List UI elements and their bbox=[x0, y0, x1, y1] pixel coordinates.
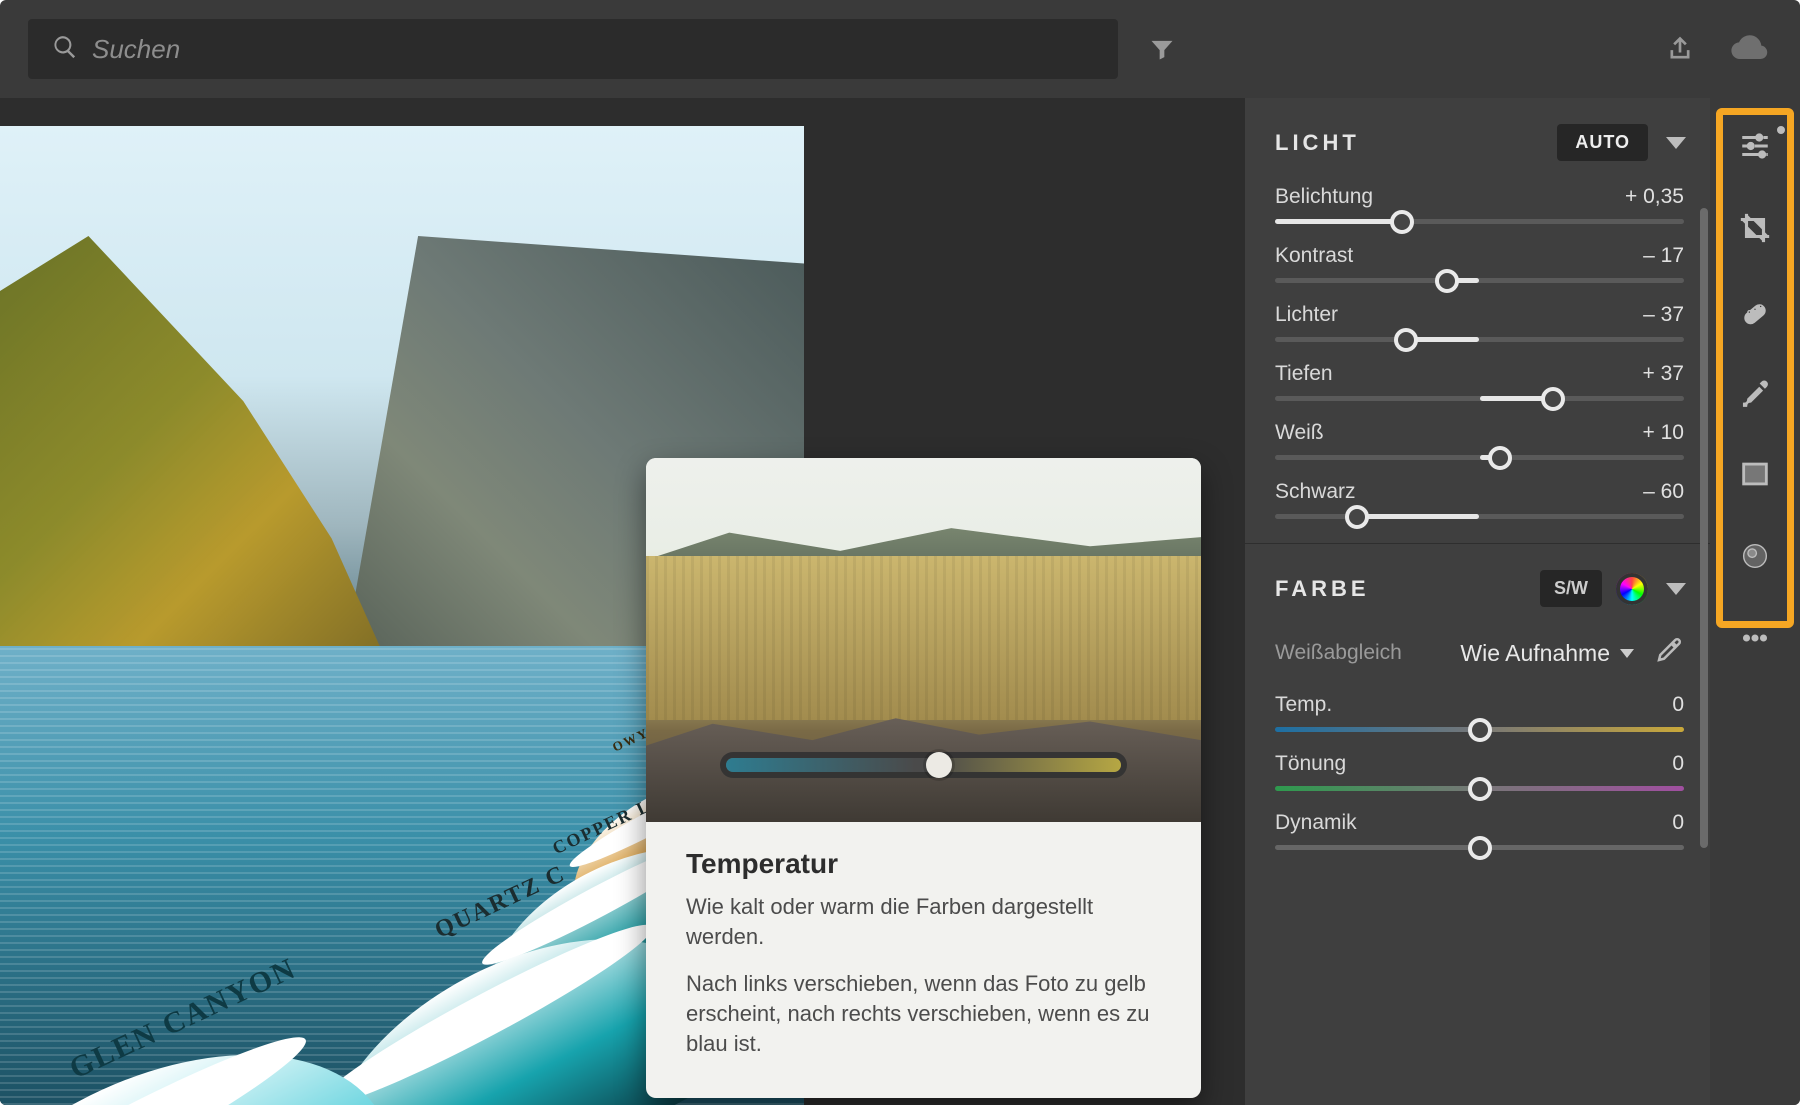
white-balance-label: Weißabgleich bbox=[1275, 641, 1402, 665]
slider-row: Temp. 0 bbox=[1245, 679, 1710, 738]
slider-track[interactable] bbox=[1275, 396, 1684, 401]
white-balance-row: Weißabgleich Wie Aufnahme bbox=[1245, 617, 1710, 679]
more-tools[interactable] bbox=[1733, 616, 1777, 660]
slider-value: – 60 bbox=[1643, 480, 1684, 504]
slider-row: Kontrast – 17 bbox=[1245, 230, 1710, 289]
cloud-sync-button[interactable] bbox=[1724, 25, 1772, 73]
slider-label: Schwarz bbox=[1275, 480, 1356, 504]
white-balance-select[interactable]: Wie Aufnahme bbox=[1460, 640, 1634, 667]
edit-panel: LICHT AUTO Belichtung + 0,35 Kontrast – 17 L… bbox=[1245, 98, 1710, 1105]
top-bar bbox=[0, 0, 1800, 98]
slider-value: 0 bbox=[1672, 693, 1684, 717]
slider-row: Weiß + 10 bbox=[1245, 407, 1710, 466]
slider-row: Lichter – 37 bbox=[1245, 289, 1710, 348]
coachmark-title: Temperatur bbox=[686, 848, 1161, 880]
coachmark-text: Nach links verschieben, wenn das Foto zu… bbox=[686, 969, 1161, 1058]
slider-track[interactable] bbox=[1275, 786, 1684, 791]
slider-track[interactable] bbox=[1275, 727, 1684, 732]
section-header-light[interactable]: LICHT AUTO bbox=[1245, 98, 1710, 171]
slider-track[interactable] bbox=[1275, 845, 1684, 850]
slider-knob[interactable] bbox=[1541, 387, 1565, 411]
search-field[interactable] bbox=[28, 19, 1118, 79]
chevron-down-icon[interactable] bbox=[1666, 583, 1686, 595]
slider-value: 0 bbox=[1672, 752, 1684, 776]
coachmark-temperature: Temperatur Wie kalt oder warm die Farben… bbox=[646, 458, 1201, 1098]
slider-label: Dynamik bbox=[1275, 811, 1357, 835]
slider-label: Temp. bbox=[1275, 693, 1332, 717]
active-dot-icon bbox=[1777, 126, 1785, 134]
canvas-area: OWYHEE COPPER LEDGE F QUARTZ C GLEN CANY… bbox=[0, 98, 1245, 1105]
slider-label: Tönung bbox=[1275, 752, 1346, 776]
slider-row: Dynamik 0 bbox=[1245, 797, 1710, 856]
search-input[interactable] bbox=[92, 34, 1094, 65]
color-mixer-icon[interactable] bbox=[1616, 573, 1648, 605]
eyedropper-button[interactable] bbox=[1634, 635, 1684, 671]
slider-knob[interactable] bbox=[1468, 836, 1492, 860]
slider-knob[interactable] bbox=[1394, 328, 1418, 352]
filter-button[interactable] bbox=[1138, 25, 1186, 73]
section-title: LICHT bbox=[1275, 130, 1360, 156]
slider-knob[interactable] bbox=[1468, 777, 1492, 801]
slider-label: Tiefen bbox=[1275, 362, 1333, 386]
slider-knob[interactable] bbox=[1488, 446, 1512, 470]
slider-track[interactable] bbox=[1275, 337, 1684, 342]
slider-knob[interactable] bbox=[1435, 269, 1459, 293]
chevron-down-icon[interactable] bbox=[1666, 137, 1686, 149]
coachmark-preview-image bbox=[646, 458, 1201, 822]
section-header-color[interactable]: FARBE S/W bbox=[1245, 544, 1710, 617]
slider-value: – 37 bbox=[1643, 303, 1684, 327]
slider-value: – 17 bbox=[1643, 244, 1684, 268]
chevron-down-icon bbox=[1620, 649, 1634, 658]
coachmark-temperature-slider[interactable] bbox=[726, 758, 1121, 772]
slider-value: 0 bbox=[1672, 811, 1684, 835]
linear-gradient-tool[interactable] bbox=[1733, 452, 1777, 496]
slider-label: Weiß bbox=[1275, 421, 1324, 445]
radial-gradient-tool[interactable] bbox=[1733, 534, 1777, 578]
slider-row: Schwarz – 60 bbox=[1245, 466, 1710, 525]
crop-tool[interactable] bbox=[1733, 206, 1777, 250]
slider-knob[interactable] bbox=[1468, 718, 1492, 742]
slider-knob[interactable] bbox=[1390, 210, 1414, 234]
panel-scrollbar-thumb[interactable] bbox=[1700, 208, 1708, 848]
brush-tool[interactable] bbox=[1733, 370, 1777, 414]
healing-brush-tool[interactable] bbox=[1733, 288, 1777, 332]
coachmark-slider-knob[interactable] bbox=[926, 752, 952, 778]
bw-button[interactable]: S/W bbox=[1540, 570, 1602, 607]
slider-label: Kontrast bbox=[1275, 244, 1353, 268]
slider-track[interactable] bbox=[1275, 455, 1684, 460]
search-icon bbox=[52, 34, 78, 65]
section-title: FARBE bbox=[1275, 576, 1370, 602]
slider-value: + 10 bbox=[1643, 421, 1684, 445]
slider-track[interactable] bbox=[1275, 219, 1684, 224]
slider-value: + 37 bbox=[1643, 362, 1684, 386]
coachmark-text: Wie kalt oder warm die Farben dargestell… bbox=[686, 892, 1161, 951]
slider-track[interactable] bbox=[1275, 278, 1684, 283]
slider-row: Tönung 0 bbox=[1245, 738, 1710, 797]
slider-row: Tiefen + 37 bbox=[1245, 348, 1710, 407]
slider-knob[interactable] bbox=[1345, 505, 1369, 529]
tool-strip bbox=[1710, 98, 1800, 1105]
slider-label: Lichter bbox=[1275, 303, 1338, 327]
slider-row: Belichtung + 0,35 bbox=[1245, 171, 1710, 230]
white-balance-value: Wie Aufnahme bbox=[1460, 640, 1610, 667]
slider-track[interactable] bbox=[1275, 514, 1684, 519]
slider-value: + 0,35 bbox=[1625, 185, 1684, 209]
share-button[interactable] bbox=[1656, 25, 1704, 73]
slider-label: Belichtung bbox=[1275, 185, 1373, 209]
edit-sliders-tool[interactable] bbox=[1733, 124, 1777, 168]
auto-button[interactable]: AUTO bbox=[1557, 124, 1648, 161]
